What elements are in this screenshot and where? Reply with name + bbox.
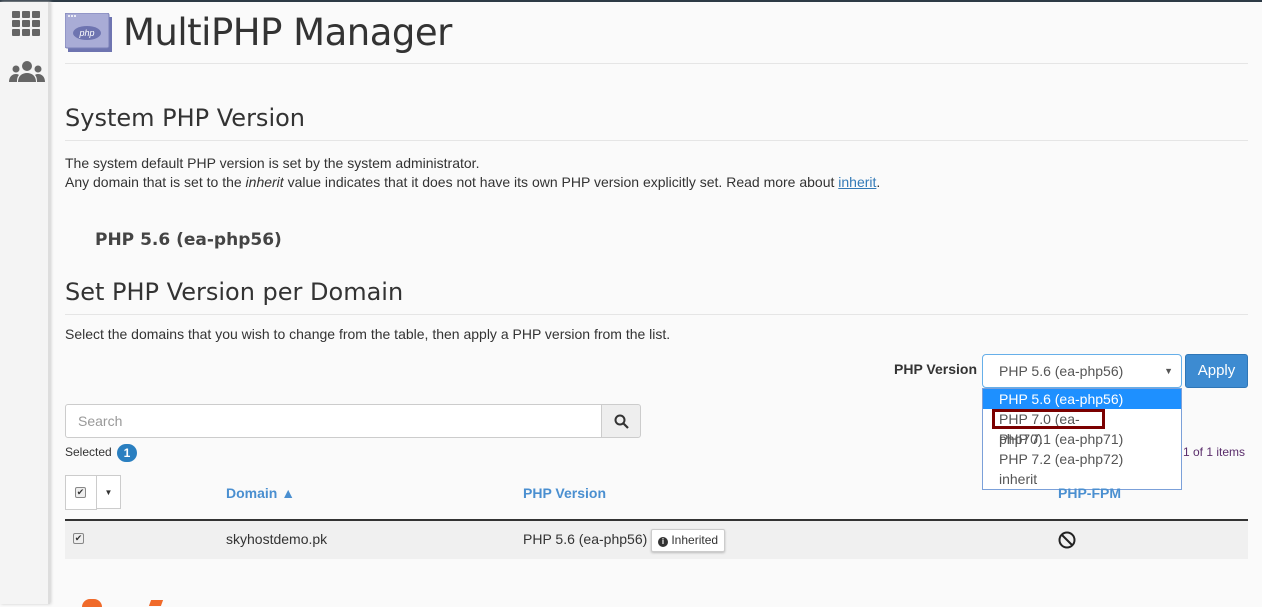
search-icon (614, 414, 629, 429)
page-header: php MultiPHP Manager (65, 2, 1248, 64)
table-row[interactable]: ✔ skyhostdemo.pk PHP 5.6 (ea-php56) i In… (65, 521, 1248, 559)
system-php-heading: System PHP Version (65, 104, 1248, 141)
php-version-select[interactable]: PHP 5.6 (ea-php56) ▼ (982, 354, 1182, 388)
selected-label: Selected (65, 445, 112, 459)
system-description-1: The system default PHP version is set by… (65, 155, 480, 171)
text: Any domain that is set to the (65, 174, 246, 190)
text: . (876, 174, 881, 190)
option-php72[interactable]: PHP 7.2 (ea-php72) (983, 449, 1181, 469)
selected-count-badge: 1 (117, 444, 137, 462)
users-icon[interactable] (9, 60, 45, 84)
option-php56[interactable]: PHP 5.6 (ea-php56) (983, 389, 1181, 409)
php-version-dropdown: PHP 5.6 (ea-php56) PHP 7.0 (ea-php70) PH… (982, 388, 1182, 490)
system-description-2: Any domain that is set to the inherit va… (65, 173, 1248, 192)
caret-down-icon: ▼ (1164, 366, 1173, 376)
info-icon: i (658, 537, 668, 547)
column-header-php-fpm[interactable]: PHP-FPM (1058, 485, 1121, 501)
pagination-info: 1 of 1 items (1183, 445, 1246, 459)
php-logo-icon: php (65, 12, 112, 52)
column-header-domain[interactable]: Domain ▲ (226, 485, 295, 501)
disabled-ban-icon (1058, 531, 1076, 549)
per-domain-description: Select the domains that you wish to chan… (65, 326, 671, 342)
text-em: inherit (245, 174, 284, 190)
row-checkbox[interactable]: ✔ (73, 533, 84, 544)
inherited-badge[interactable]: i Inherited (651, 529, 726, 552)
footer-logo-fragment (82, 599, 102, 607)
search-button[interactable] (601, 404, 641, 438)
per-domain-heading: Set PHP Version per Domain (65, 278, 1248, 315)
option-php70[interactable]: PHP 7.0 (ea-php70) (992, 409, 1105, 447)
select-all-checkbox-button[interactable]: ✔ (65, 475, 97, 510)
select-options-dropdown[interactable]: ▼ (96, 475, 121, 509)
inherit-link[interactable]: inherit (838, 174, 876, 190)
option-php71[interactable]: PHP 7.1 (ea-php71) (983, 429, 1181, 449)
page-title: MultiPHP Manager (123, 11, 452, 54)
column-header-php-version[interactable]: PHP Version (523, 485, 606, 501)
select-value: PHP 5.6 (ea-php56) (999, 363, 1124, 379)
caret-down-icon: ▼ (104, 488, 113, 497)
footer-logo-fragment (148, 600, 164, 606)
text: value indicates that it does not have it… (283, 174, 839, 190)
select-all-checkbox[interactable]: ✔ (75, 487, 86, 498)
svg-text:php: php (78, 28, 94, 38)
search-input[interactable]: Search (65, 404, 602, 438)
row-php-version: PHP 5.6 (ea-php56) (523, 531, 648, 547)
row-domain: skyhostdemo.pk (226, 531, 328, 547)
badge-text: Inherited (671, 533, 719, 547)
apps-grid-icon[interactable] (11, 10, 41, 38)
apply-button[interactable]: Apply (1185, 354, 1248, 388)
sidebar (0, 2, 50, 604)
php-version-label: PHP Version (894, 361, 978, 377)
system-php-version: PHP 5.6 (ea-php56) (95, 230, 282, 250)
